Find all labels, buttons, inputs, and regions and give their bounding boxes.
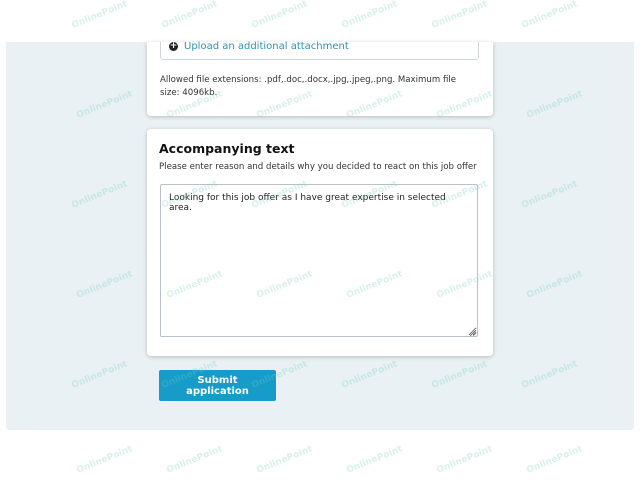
watermark-text: OnlinePoint <box>160 0 220 31</box>
resize-handle-icon[interactable] <box>470 330 476 336</box>
watermark-text: OnlinePoint <box>435 444 495 476</box>
upload-additional-attachment-link[interactable]: + Upload an additional attachment <box>169 41 349 52</box>
upload-link-label: Upload an additional attachment <box>184 41 349 52</box>
watermark-text: OnlinePoint <box>165 444 225 476</box>
watermark-text: OnlinePoint <box>430 0 490 31</box>
watermark-text: OnlinePoint <box>340 0 400 31</box>
watermark-text: OnlinePoint <box>525 444 585 476</box>
attachments-card: + Upload an additional attachment Allowe… <box>147 41 493 116</box>
allowed-extensions-text: Allowed file extensions: .pdf,.doc,.docx… <box>160 75 457 98</box>
watermark-text: OnlinePoint <box>75 444 135 476</box>
watermark-text: OnlinePoint <box>345 444 405 476</box>
submit-application-button[interactable]: Submit application <box>159 370 276 401</box>
watermark-text: OnlinePoint <box>255 444 315 476</box>
watermark-text: OnlinePoint <box>70 0 130 31</box>
accompanying-text-title: Accompanying text <box>159 141 295 156</box>
accompanying-text-input[interactable]: Looking for this job offer as I have gre… <box>160 184 478 337</box>
watermark-text: OnlinePoint <box>520 0 580 31</box>
accompanying-text-hint: Please enter reason and details why you … <box>159 162 477 172</box>
accompanying-text-card: Accompanying text Please enter reason an… <box>147 129 493 356</box>
watermark-text: OnlinePoint <box>250 0 310 31</box>
plus-circle-icon: + <box>169 41 178 51</box>
upload-box: + Upload an additional attachment <box>160 41 479 60</box>
